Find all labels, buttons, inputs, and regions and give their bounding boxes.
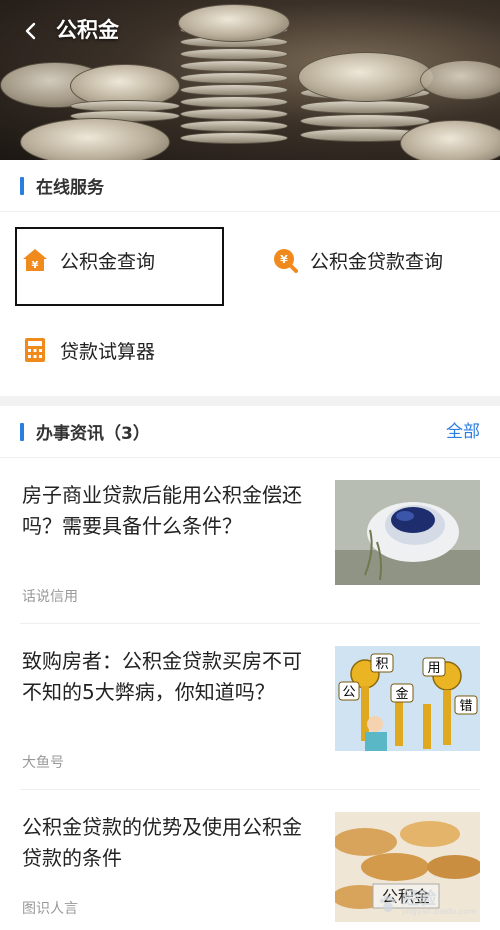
service-loan-query[interactable]: ¥ 公积金贷款查询 <box>272 230 443 290</box>
thumb-key-label: 公 <box>342 685 355 700</box>
service-label: 公积金贷款查询 <box>310 250 444 273</box>
thumb-key-label: 积 <box>375 657 388 672</box>
search-yen-icon: ¥ <box>272 247 298 273</box>
house-yen-icon: ¥ <box>22 247 48 273</box>
services-header: 在线服务 <box>0 160 500 212</box>
news-item-title: 公积金贷款的优势及使用公积金贷款的条件 <box>22 815 302 870</box>
service-label: 贷款试算器 <box>60 340 156 363</box>
service-label: 公积金查询 <box>60 250 156 273</box>
news-list-item[interactable]: 致购房者：公积金贷款买房不可不知的5大弊病，你知道吗？ 大鱼号 积 用 公 金 <box>0 624 500 790</box>
news-item-title: 房子商业贷款后能用公积金偿还吗？需要具备什么条件？ <box>22 483 302 538</box>
news-item-title: 致购房者：公积金贷款买房不可不知的5大弊病，你知道吗？ <box>22 649 302 704</box>
view-all-link[interactable]: 全部 <box>446 406 480 458</box>
service-fund-query[interactable]: ¥ 公积金查询 <box>22 230 155 290</box>
svg-text:¥: ¥ <box>32 260 39 271</box>
thumb-key-label: 金 <box>395 686 408 702</box>
back-button[interactable] <box>14 14 48 48</box>
back-arrow-icon <box>25 22 36 40</box>
service-loan-calculator[interactable]: 贷款试算器 <box>22 320 155 380</box>
news-title: 办事资讯（3） <box>36 424 150 444</box>
online-services-section: 在线服务 ¥ 公积金查询 ¥ 公积金贷款查询 贷款试算器 <box>0 160 500 396</box>
header-banner: 公积金 <box>0 0 500 160</box>
news-thumbnail: 积 用 公 金 错 <box>335 646 480 751</box>
section-marker <box>20 176 24 195</box>
section-marker <box>20 422 24 441</box>
paw-icon <box>379 895 397 912</box>
news-item-source: 图识人言 <box>22 901 78 917</box>
watermark-text: 经验 <box>402 889 437 909</box>
news-section: 办事资讯（3） 全部 房子商业贷款后能用公积金偿还吗？需要具备什么条件？ 话说信… <box>0 406 500 930</box>
thumb-key-label: 错 <box>459 699 472 714</box>
services-title: 在线服务 <box>36 178 104 198</box>
thumb-key-label: 用 <box>427 661 440 676</box>
page-title: 公积金 <box>56 18 119 42</box>
news-thumbnail <box>335 480 480 585</box>
svg-text:¥: ¥ <box>280 253 288 266</box>
news-item-source: 大鱼号 <box>22 755 64 771</box>
news-list-item[interactable]: 房子商业贷款后能用公积金偿还吗？需要具备什么条件？ 话说信用 <box>0 458 500 624</box>
calculator-icon <box>22 337 48 363</box>
watermark-sub: jingyan.baidu.com <box>402 907 476 916</box>
news-item-source: 话说信用 <box>22 589 78 605</box>
news-header: 办事资讯（3） 全部 <box>0 406 500 458</box>
watermark: 经验 jingyan.baidu.com <box>378 891 476 916</box>
